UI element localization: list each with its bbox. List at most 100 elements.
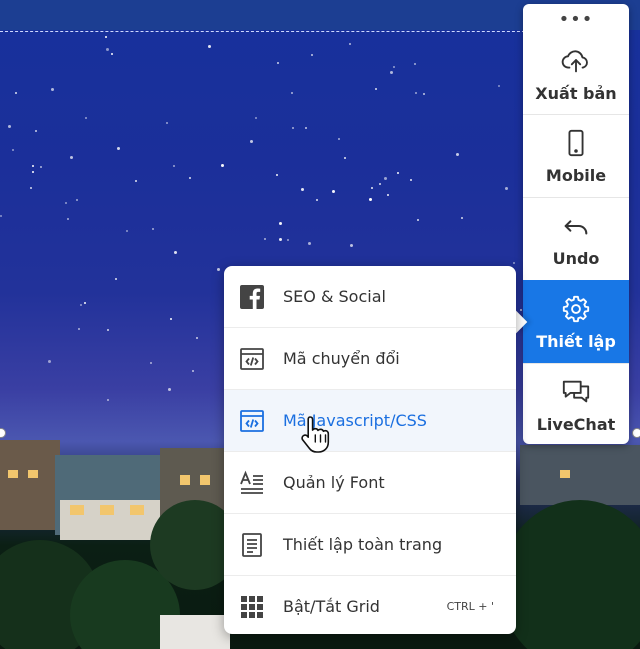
page-icon xyxy=(238,531,266,559)
star xyxy=(338,138,340,140)
star xyxy=(126,230,128,232)
star xyxy=(111,53,113,55)
star xyxy=(461,217,463,219)
star xyxy=(189,177,191,179)
star xyxy=(65,202,67,204)
star xyxy=(276,174,278,176)
menu-item-javascript-css[interactable]: Mã Javascript/CSS xyxy=(224,389,516,451)
resize-handle-right[interactable] xyxy=(632,428,640,438)
star xyxy=(80,304,82,306)
publish-button[interactable]: Xuất bản xyxy=(523,34,629,114)
star xyxy=(78,328,80,330)
resize-handle-left[interactable] xyxy=(0,428,6,438)
star xyxy=(417,219,419,221)
star xyxy=(168,388,171,391)
star xyxy=(170,318,172,320)
star xyxy=(150,362,152,364)
menu-item-label: Mã chuyển đổi xyxy=(283,349,400,368)
menu-item-toggle-grid[interactable]: Bật/Tắt Grid CTRL + ' xyxy=(224,575,516,637)
star xyxy=(208,45,211,48)
star xyxy=(40,166,42,168)
star xyxy=(375,88,377,90)
star xyxy=(30,187,32,189)
star xyxy=(12,149,14,151)
more-options-button[interactable]: ••• xyxy=(523,4,629,34)
star xyxy=(115,278,117,280)
star xyxy=(217,268,220,271)
star xyxy=(51,88,54,91)
star xyxy=(152,228,154,230)
star xyxy=(505,187,508,190)
menu-item-page-settings[interactable]: Thiết lập toàn trang xyxy=(224,513,516,575)
star xyxy=(173,165,175,167)
more-icon: ••• xyxy=(558,8,594,30)
star xyxy=(166,122,168,124)
menu-item-label: Thiết lập toàn trang xyxy=(283,535,443,554)
star xyxy=(387,194,389,196)
undo-label: Undo xyxy=(552,248,600,268)
undo-icon xyxy=(561,211,591,245)
star xyxy=(292,127,294,129)
star xyxy=(350,244,353,247)
livechat-button[interactable]: LiveChat xyxy=(523,363,629,444)
star xyxy=(379,183,381,185)
star xyxy=(316,199,318,201)
section-boundary xyxy=(0,31,530,32)
settings-menu: SEO & Social Mã chuyển đổi Mã Javascript… xyxy=(224,266,516,634)
menu-item-label: Bật/Tắt Grid xyxy=(283,597,380,616)
menu-item-label: SEO & Social xyxy=(283,287,386,306)
mobile-label: Mobile xyxy=(545,165,607,185)
star xyxy=(414,63,416,65)
star xyxy=(332,190,335,193)
keyboard-shortcut: CTRL + ' xyxy=(446,600,494,613)
star xyxy=(520,309,522,311)
star xyxy=(279,238,282,241)
star xyxy=(32,165,34,167)
star xyxy=(106,48,109,51)
cloud-upload-icon xyxy=(561,46,591,80)
gear-icon xyxy=(561,294,591,328)
star xyxy=(117,147,120,150)
star xyxy=(390,71,393,74)
mobile-icon xyxy=(561,128,591,162)
menu-item-label: Quản lý Font xyxy=(283,473,385,492)
star xyxy=(70,156,73,159)
menu-item-label: Mã Javascript/CSS xyxy=(283,411,427,430)
star xyxy=(349,43,351,45)
undo-button[interactable]: Undo xyxy=(523,197,629,280)
menu-item-seo-social[interactable]: SEO & Social xyxy=(224,266,516,327)
facebook-icon xyxy=(238,283,266,311)
menu-item-conversion-code[interactable]: Mã chuyển đổi xyxy=(224,327,516,389)
star xyxy=(456,153,459,156)
star xyxy=(415,92,417,94)
star xyxy=(384,177,387,180)
star xyxy=(67,218,69,220)
star xyxy=(32,171,34,173)
star xyxy=(8,125,11,128)
star xyxy=(105,36,107,38)
star xyxy=(107,399,109,401)
mobile-button[interactable]: Mobile xyxy=(523,114,629,197)
star xyxy=(308,242,311,245)
grid-icon xyxy=(238,593,266,621)
star xyxy=(311,54,313,56)
star xyxy=(174,251,177,254)
settings-label: Thiết lập xyxy=(536,331,616,351)
star xyxy=(35,130,37,132)
star xyxy=(301,188,304,191)
star xyxy=(291,92,293,94)
star xyxy=(513,262,515,264)
livechat-label: LiveChat xyxy=(536,414,616,434)
star xyxy=(192,370,194,372)
menu-item-font-manager[interactable]: Quản lý Font xyxy=(224,451,516,513)
chat-icon xyxy=(561,377,591,411)
star xyxy=(344,157,346,159)
code-icon xyxy=(238,345,266,373)
settings-button[interactable]: Thiết lập xyxy=(523,280,629,363)
star xyxy=(397,172,399,174)
star xyxy=(0,215,2,217)
star xyxy=(250,140,253,143)
font-icon xyxy=(238,469,266,497)
publish-label: Xuất bản xyxy=(535,83,617,103)
star xyxy=(393,66,395,68)
